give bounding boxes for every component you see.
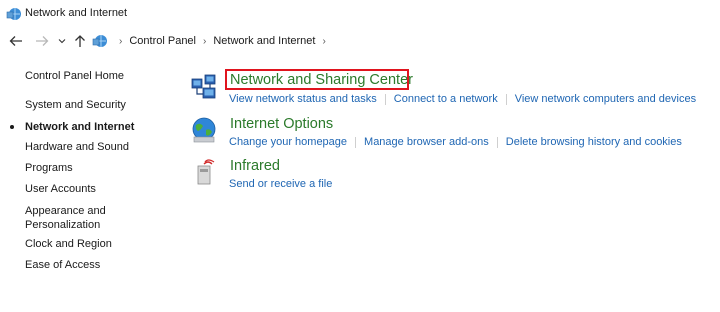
- link-connect-to-network[interactable]: Connect to a network: [394, 93, 498, 105]
- infrared-icon: [197, 159, 215, 185]
- link-change-homepage[interactable]: Change your homepage: [229, 136, 347, 148]
- sidebar-item-system-security[interactable]: System and Security: [25, 98, 126, 112]
- forward-button[interactable]: [32, 32, 52, 50]
- navigation-bar: › Control Panel › Network and Internet ›: [0, 28, 720, 54]
- breadcrumb-item-control-panel[interactable]: Control Panel: [129, 35, 196, 47]
- sidebar-item-hardware-sound[interactable]: Hardware and Sound: [25, 140, 129, 154]
- back-button[interactable]: [6, 32, 26, 50]
- sidebar-item-control-panel-home[interactable]: Control Panel Home: [25, 69, 124, 83]
- breadcrumb: › Control Panel › Network and Internet ›: [92, 32, 333, 50]
- chevron-right-icon[interactable]: ›: [203, 36, 206, 47]
- back-arrow-icon: [9, 36, 22, 46]
- title-bar: Network and Internet: [0, 0, 720, 28]
- link-view-network-status[interactable]: View network status and tasks: [229, 93, 377, 105]
- control-panel-icon: [92, 35, 107, 47]
- link-send-receive-file[interactable]: Send or receive a file: [229, 178, 332, 190]
- link-separator: [505, 94, 507, 105]
- link-delete-browsing-history[interactable]: Delete browsing history and cookies: [506, 136, 682, 148]
- link-separator: [384, 94, 386, 105]
- sidebar-item-appearance[interactable]: Appearance and: [25, 204, 106, 218]
- window-title: Network and Internet: [25, 7, 128, 19]
- link-separator: [355, 137, 357, 148]
- chevron-down-icon: [58, 39, 66, 44]
- chevron-right-icon[interactable]: ›: [322, 36, 325, 47]
- sidebar-item-network-internet[interactable]: Network and Internet: [25, 120, 134, 134]
- up-arrow-icon: [75, 35, 85, 47]
- breadcrumb-item-network-internet[interactable]: Network and Internet: [213, 35, 315, 47]
- link-separator: [496, 137, 498, 148]
- active-item-bullet: [10, 125, 14, 129]
- chevron-right-icon[interactable]: ›: [119, 36, 122, 47]
- link-view-network-computers[interactable]: View network computers and devices: [515, 93, 696, 105]
- network-internet-icon: [6, 8, 21, 20]
- category-links-network-sharing: View network status and tasks Connect to…: [229, 93, 696, 105]
- sidebar-item-programs[interactable]: Programs: [25, 161, 73, 175]
- category-links-internet-options: Change your homepage Manage browser add-…: [229, 136, 682, 148]
- sidebar-item-personalization[interactable]: Personalization: [25, 218, 100, 232]
- sidebar-item-ease-of-access[interactable]: Ease of Access: [25, 258, 100, 272]
- recent-locations-button[interactable]: [55, 32, 69, 50]
- network-sharing-icon: [191, 74, 216, 99]
- highlight-box: [225, 69, 409, 90]
- link-manage-addons[interactable]: Manage browser add-ons: [364, 136, 489, 148]
- sidebar-item-clock-region[interactable]: Clock and Region: [25, 237, 112, 251]
- sidebar-item-user-accounts[interactable]: User Accounts: [25, 182, 96, 196]
- category-title-internet-options[interactable]: Internet Options: [230, 116, 333, 132]
- category-title-infrared[interactable]: Infrared: [230, 158, 280, 174]
- category-links-infrared: Send or receive a file: [229, 178, 332, 190]
- up-button[interactable]: [72, 32, 88, 50]
- forward-arrow-icon: [36, 36, 49, 46]
- internet-globe-icon: [192, 117, 216, 143]
